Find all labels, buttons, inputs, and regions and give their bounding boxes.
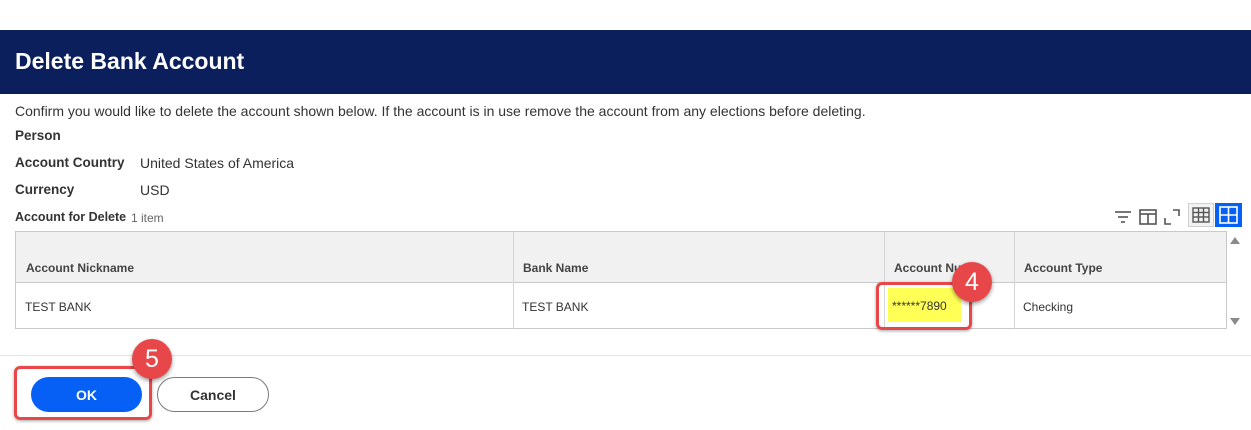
- instruction-text: Confirm you would like to delete the acc…: [15, 103, 866, 119]
- cell-account-nickname: TEST BANK: [25, 300, 92, 314]
- currency-label: Currency: [15, 182, 75, 197]
- page-title: Delete Bank Account: [15, 48, 245, 74]
- grid-view-icon[interactable]: [1215, 203, 1242, 227]
- footer-divider: [0, 355, 1251, 356]
- column-header-nickname[interactable]: Account Nickname: [16, 232, 513, 282]
- cell-bank-name: TEST BANK: [522, 300, 589, 314]
- account-country-label: Account Country: [15, 155, 125, 170]
- table-header: Account Nickname Bank Name Account Nu Ac…: [16, 232, 1226, 283]
- account-table: Account Nickname Bank Name Account Nu Ac…: [15, 231, 1227, 329]
- page-header: Delete Bank Account: [0, 30, 1251, 94]
- column-chooser-icon[interactable]: [1137, 206, 1159, 228]
- cancel-button[interactable]: Cancel: [157, 377, 269, 412]
- currency-value: USD: [140, 182, 170, 198]
- callout-badge-4: 4: [952, 262, 992, 302]
- table-view-icon[interactable]: [1188, 203, 1214, 227]
- grid-item-count: 1 item: [131, 211, 164, 225]
- table-scrollbar[interactable]: [1227, 231, 1243, 329]
- account-country-value: United States of America: [140, 155, 295, 171]
- ok-button[interactable]: OK: [31, 377, 142, 412]
- cell-account-type: Checking: [1023, 300, 1074, 314]
- column-header-account-type[interactable]: Account Type: [1014, 232, 1226, 282]
- person-label: Person: [15, 128, 61, 143]
- column-header-bank-name[interactable]: Bank Name: [513, 232, 884, 282]
- grid-title: Account for Delete: [15, 210, 127, 224]
- filter-icon[interactable]: [1112, 206, 1134, 228]
- column-header-account-number[interactable]: Account Nu: [884, 232, 1014, 282]
- expand-icon[interactable]: [1161, 206, 1183, 228]
- callout-badge-5: 5: [132, 339, 172, 379]
